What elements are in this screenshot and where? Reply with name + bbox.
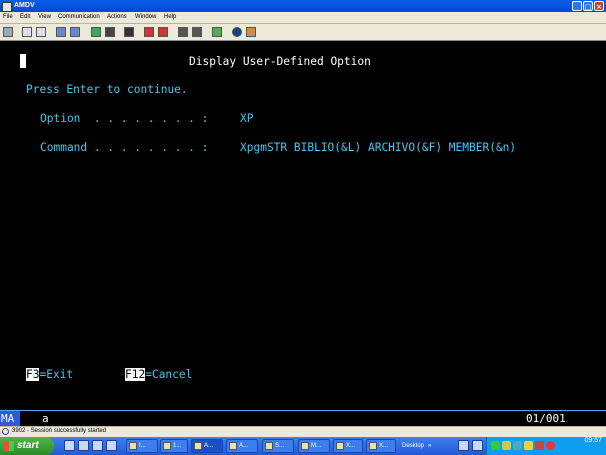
start-button[interactable]: start (0, 437, 54, 455)
status-bar: 3902 - Session successfully started (0, 426, 606, 437)
task-label: X... (379, 443, 389, 449)
maximize-button[interactable]: □ (583, 1, 593, 11)
taskbar-item-4[interactable]: A... (226, 439, 258, 453)
task-icon (194, 442, 202, 450)
taskbar-item-5[interactable]: S... (262, 439, 294, 453)
task-icon (265, 442, 273, 450)
taskbar-item-amdv[interactable]: A... (191, 439, 223, 453)
play-macro-icon[interactable] (144, 27, 154, 37)
option-label: Option . . . . . . . . : (40, 112, 209, 125)
receive-icon[interactable] (70, 27, 80, 37)
edit-icon[interactable] (246, 27, 256, 37)
task-label: A... (239, 443, 249, 449)
command-value: XpgmSTR BIBLIO(&L) ARCHIVO(&F) MEMBER(&n… (240, 141, 517, 154)
clipboard-icon[interactable] (192, 27, 202, 37)
text-cursor (20, 54, 26, 68)
task-label: M... (311, 443, 321, 449)
menu-actions[interactable]: Actions (107, 14, 127, 20)
task-label: A... (204, 443, 214, 449)
quicklaunch-help-icon[interactable] (458, 440, 469, 451)
settings-icon[interactable] (178, 27, 188, 37)
tray-security-icon[interactable] (502, 441, 511, 450)
tray-warning-icon[interactable] (524, 441, 533, 450)
quicklaunch-ie-icon[interactable] (64, 440, 75, 451)
globe-icon[interactable] (232, 27, 242, 37)
quicklaunch-app-icon[interactable] (472, 440, 483, 451)
taskbar-item-1[interactable]: I... (126, 439, 158, 453)
quicklaunch-explorer-icon[interactable] (106, 440, 117, 451)
operator-info-area: MA a 01/001 (0, 410, 606, 426)
task-label: X... (346, 443, 356, 449)
taskbar-item-8[interactable]: X... (366, 439, 396, 453)
toolbar (0, 24, 606, 41)
terminal-screen[interactable]: Display User-Defined Option Press Enter … (0, 41, 606, 410)
minimize-button[interactable]: _ (572, 1, 582, 11)
screen-heading: Display User-Defined Option (189, 55, 371, 68)
option-value: XP (240, 112, 254, 125)
session-indicator: MA (0, 411, 20, 426)
menu-help[interactable]: Help (164, 14, 176, 20)
menu-file[interactable]: File (3, 14, 13, 20)
close-button[interactable]: × (594, 1, 604, 11)
desktop-expand-chevron[interactable]: » (428, 443, 431, 449)
system-tray: 09:57 (486, 437, 606, 455)
f3-exit-key[interactable]: F3=Exit (26, 368, 73, 381)
send-icon[interactable] (56, 27, 66, 37)
input-indicator: a (42, 412, 49, 425)
f3-key-label: F3 (26, 368, 40, 381)
cursor-position: 01/001 (526, 412, 566, 425)
task-icon (229, 442, 237, 450)
status-message: 3902 - Session successfully started (12, 428, 107, 434)
desktop-toolbar[interactable]: Desktop» (398, 439, 456, 453)
f3-key-action: =Exit (39, 368, 74, 381)
start-label: start (17, 440, 39, 451)
paste-icon[interactable] (36, 27, 46, 37)
task-icon (129, 442, 137, 450)
menu-view[interactable]: View (38, 14, 51, 20)
task-label: S... (275, 443, 285, 449)
window-title: AMDV (14, 2, 35, 9)
tray-network-icon[interactable] (491, 441, 500, 450)
menu-communication[interactable]: Communication (58, 14, 100, 20)
windows-flag-icon (4, 441, 14, 451)
screen-instruction: Press Enter to continue. (26, 83, 188, 96)
stop-icon[interactable] (105, 27, 115, 37)
taskbar-item-6[interactable]: M... (298, 439, 330, 453)
tray-update-icon[interactable] (513, 441, 522, 450)
help-icon[interactable] (212, 27, 222, 37)
menu-edit[interactable]: Edit (20, 14, 30, 20)
command-label: Command . . . . . . . . : (40, 141, 209, 154)
windows-taskbar: start I... 1... A... A... S... M... X...… (0, 437, 606, 455)
system-clock[interactable]: 09:57 (584, 437, 602, 444)
terminal-app-icon (2, 2, 12, 12)
display-icon[interactable] (91, 27, 101, 37)
record-icon[interactable] (124, 27, 134, 37)
tray-alert-icon[interactable] (546, 441, 555, 450)
task-icon (301, 442, 309, 450)
f12-cancel-key[interactable]: F12=Cancel (125, 368, 192, 381)
taskbar-item-2[interactable]: 1... (160, 439, 188, 453)
f12-key-action: =Cancel (145, 368, 193, 381)
menu-bar: File Edit View Communication Actions Win… (0, 12, 606, 24)
macro-icon[interactable] (158, 27, 168, 37)
menu-window[interactable]: Window (135, 14, 156, 20)
task-label: 1... (173, 443, 182, 449)
session-status-icon (2, 428, 9, 435)
copy-icon[interactable] (22, 27, 32, 37)
print-icon[interactable] (3, 27, 13, 37)
desktop-label: Desktop (402, 443, 425, 449)
quicklaunch-media-icon[interactable] (92, 440, 103, 451)
quicklaunch-desktop-icon[interactable] (78, 440, 89, 451)
window-titlebar[interactable]: AMDV _ □ × (0, 0, 606, 12)
task-icon (369, 442, 377, 450)
task-icon (336, 442, 344, 450)
task-icon (163, 442, 171, 450)
task-label: I... (139, 443, 146, 449)
tray-antivirus-icon[interactable] (535, 441, 544, 450)
taskbar-item-7[interactable]: X... (333, 439, 363, 453)
f12-key-label: F12 (125, 368, 146, 381)
